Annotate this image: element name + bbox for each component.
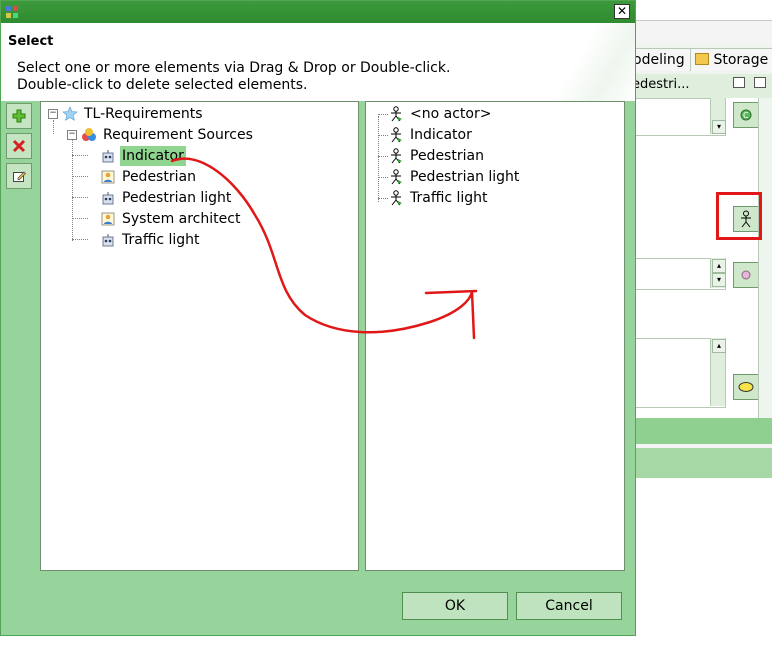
actor-icon bbox=[391, 169, 402, 185]
robot-icon bbox=[102, 234, 114, 247]
background-panel: ▾ ▴ ▾ ▴ C bbox=[632, 98, 759, 418]
delete-icon bbox=[12, 139, 26, 153]
maximize-icon[interactable] bbox=[754, 77, 766, 88]
background-band bbox=[632, 418, 772, 444]
folder-icon bbox=[695, 53, 709, 65]
background-band-2 bbox=[632, 448, 772, 478]
background-scrollbar[interactable] bbox=[758, 98, 772, 418]
actor-icon bbox=[391, 127, 402, 143]
actor-icon bbox=[391, 190, 402, 206]
edit-icon bbox=[13, 171, 26, 182]
dialog-message-1: Select one or more elements via Drag & D… bbox=[17, 60, 451, 76]
close-icon: ✕ bbox=[616, 4, 628, 18]
add-button[interactable] bbox=[6, 103, 32, 129]
collapse-root-toggle[interactable]: − bbox=[48, 109, 58, 119]
background-application: odeling Storage edestri... ▾ ▴ ▾ ▴ C bbox=[628, 0, 772, 655]
dialog-title: Select bbox=[8, 34, 54, 49]
selected-actors-list[interactable]: <no actor> Indicator Pedestrian Pedestri… bbox=[365, 101, 625, 571]
select-dialog: ✕ Select Select one or more elements via… bbox=[0, 0, 636, 636]
person-edit-icon bbox=[101, 212, 115, 226]
state-button[interactable] bbox=[733, 262, 759, 288]
minimize-icon[interactable] bbox=[733, 77, 745, 88]
collapse-group-toggle[interactable]: − bbox=[67, 130, 77, 140]
cancel-button[interactable]: Cancel bbox=[516, 592, 622, 620]
annotation-highlight-box bbox=[716, 192, 762, 240]
shapes-icon bbox=[82, 128, 96, 141]
actor-icon bbox=[391, 148, 402, 164]
titlebar[interactable]: ✕ bbox=[1, 1, 635, 23]
actor-icon bbox=[391, 106, 402, 122]
refresh-button[interactable]: C bbox=[733, 102, 759, 128]
edit-button[interactable] bbox=[6, 163, 32, 189]
background-field-scrollbar-1[interactable]: ▾ bbox=[710, 98, 726, 134]
app-icon bbox=[6, 6, 18, 18]
close-button[interactable]: ✕ bbox=[614, 4, 630, 19]
tab-storage[interactable]: Storage bbox=[690, 48, 772, 71]
background-topbar bbox=[632, 0, 772, 21]
background-lower-area bbox=[632, 478, 772, 655]
background-field-scrollbar-3[interactable]: ▴ bbox=[710, 338, 726, 406]
background-tabs: odeling Storage bbox=[628, 44, 772, 74]
source-tree[interactable]: − TL-Requirements − Requirement Sources … bbox=[40, 101, 359, 571]
delete-button[interactable] bbox=[6, 133, 32, 159]
dialog-header: Select Select one or more elements via D… bbox=[1, 23, 635, 101]
ellipse-icon bbox=[738, 382, 754, 392]
robot-icon bbox=[102, 192, 114, 205]
side-toolbar bbox=[6, 101, 34, 197]
refresh-icon: C bbox=[740, 109, 752, 121]
star-icon bbox=[62, 106, 78, 121]
tab-modeling[interactable]: odeling bbox=[628, 48, 694, 71]
background-field-scrollbar-2[interactable]: ▴ ▾ bbox=[710, 258, 726, 288]
usecase-button[interactable] bbox=[733, 374, 759, 400]
circle-icon bbox=[741, 270, 751, 280]
header-decoration bbox=[515, 23, 635, 101]
background-subheader: edestri... bbox=[632, 74, 772, 99]
person-edit-icon bbox=[101, 170, 115, 184]
robot-icon bbox=[102, 150, 114, 163]
svg-text:C: C bbox=[743, 111, 749, 120]
dialog-message-2: Double-click to delete selected elements… bbox=[17, 77, 308, 93]
ok-button[interactable]: OK bbox=[402, 592, 508, 620]
add-icon bbox=[12, 109, 26, 123]
